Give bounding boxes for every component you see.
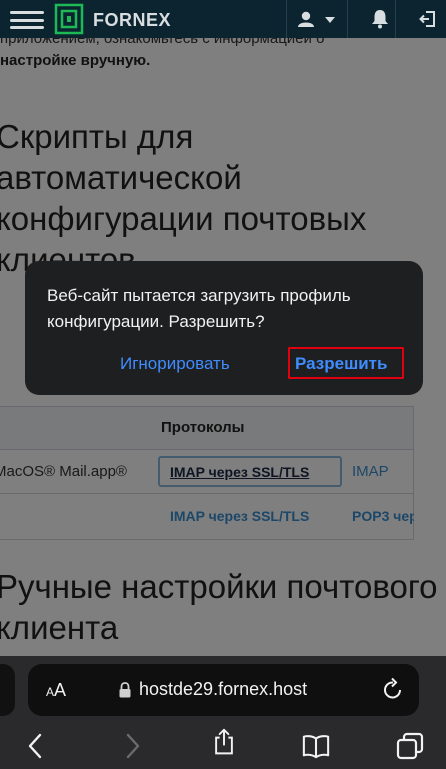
reload-icon[interactable]	[381, 677, 405, 703]
forward-icon[interactable]	[118, 732, 146, 760]
bell-icon	[372, 10, 388, 29]
browser-bottom-bar: AA hostde29.fornex.host	[0, 656, 446, 769]
logout-icon	[419, 11, 435, 27]
config-profile-alert: Веб-сайт пытается загрузить профиль конф…	[25, 261, 423, 395]
allow-button-label: Разрешить	[295, 354, 388, 373]
back-icon[interactable]	[22, 732, 50, 760]
tabs-icon[interactable]	[396, 732, 424, 760]
site-header: FORNEX	[0, 0, 446, 38]
hamburger-menu-icon[interactable]	[10, 11, 44, 29]
reader-settings-button[interactable]: AA	[46, 680, 66, 701]
notifications-button[interactable]	[362, 0, 396, 38]
logout-button[interactable]	[410, 0, 446, 38]
logo-text[interactable]: FORNEX	[93, 10, 171, 31]
user-menu-button[interactable]	[286, 0, 348, 38]
url-text[interactable]: hostde29.fornex.host	[139, 679, 307, 700]
user-icon	[298, 11, 314, 27]
bookmarks-icon[interactable]	[302, 732, 330, 760]
allow-button[interactable]: Разрешить	[288, 347, 404, 379]
ignore-button[interactable]: Игнорировать	[120, 354, 230, 374]
lock-icon	[119, 682, 131, 698]
address-bar[interactable]: AA hostde29.fornex.host	[28, 664, 419, 716]
previous-tab-preview[interactable]	[0, 664, 15, 716]
fornex-logo-icon[interactable]	[54, 3, 84, 35]
chevron-down-icon	[325, 17, 335, 23]
share-icon[interactable]	[210, 728, 238, 756]
alert-message: Веб-сайт пытается загрузить профиль конф…	[47, 286, 351, 331]
